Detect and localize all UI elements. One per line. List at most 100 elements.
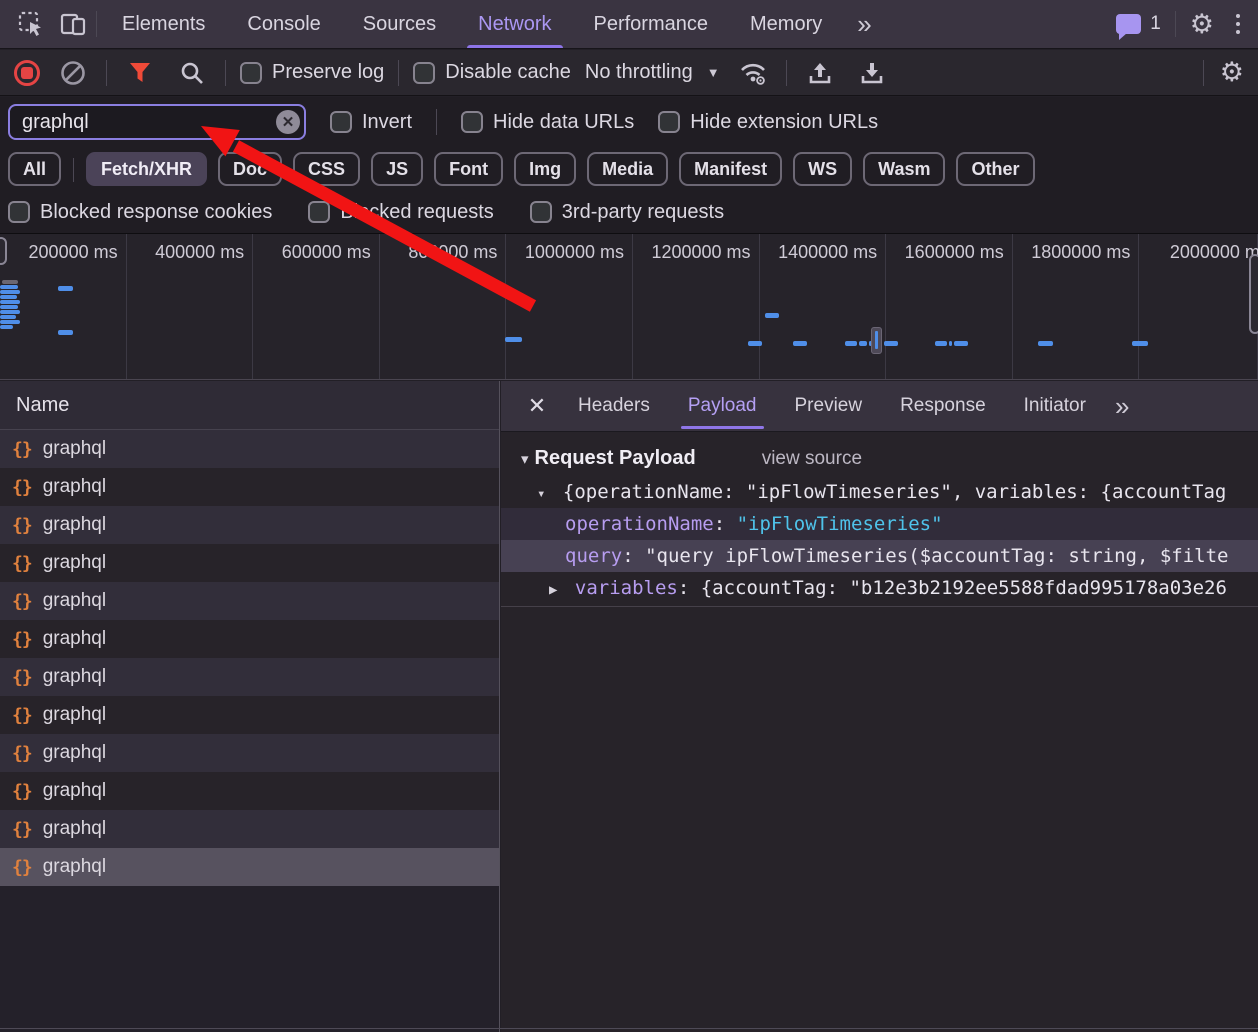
request-row[interactable]: {} graphql [0, 544, 499, 582]
key-separator: : [678, 577, 701, 599]
checkbox-box [413, 62, 435, 84]
timeline-bar [0, 237, 7, 265]
query-row[interactable]: query: "query ipFlowTimeseries($accountT… [501, 540, 1258, 572]
filter-toggle-button[interactable] [121, 54, 159, 92]
network-settings-gear-icon[interactable]: ⚙ [1220, 59, 1244, 86]
request-row[interactable]: {} graphql [0, 848, 499, 886]
panel-tab[interactable]: Elements [101, 0, 226, 48]
third-party-requests-checkbox[interactable]: 3rd-party requests [530, 201, 724, 224]
clear-network-log-button[interactable] [54, 54, 92, 92]
hide-extension-urls-checkbox[interactable]: Hide extension URLs [658, 111, 878, 134]
disable-cache-checkbox[interactable]: Disable cache [413, 61, 571, 84]
network-overview-timeline[interactable]: 200000 ms400000 ms600000 ms800000 ms1000… [0, 234, 1258, 380]
preserve-log-checkbox[interactable]: Preserve log [240, 61, 384, 84]
operation-name-row[interactable]: operationName: "ipFlowTimeseries" [501, 508, 1258, 540]
payload-separator [501, 606, 1258, 607]
timeline-tick: 400000 ms [127, 234, 254, 379]
payload-root-row[interactable]: ▾ {operationName: "ipFlowTimeseries", va… [501, 476, 1258, 508]
request-type-chip[interactable]: Fetch/XHR [86, 152, 207, 186]
request-payload-section[interactable]: ▾ Request Payload view source [501, 433, 1258, 476]
request-type-chip[interactable]: Doc [218, 152, 282, 186]
json-braces-icon: {} [12, 743, 32, 764]
detail-tab[interactable]: Headers [559, 381, 669, 431]
request-type-chip[interactable]: CSS [293, 152, 360, 186]
throttling-dropdown[interactable]: No throttling ▼ [585, 61, 720, 84]
issues-counter[interactable]: 1 [1116, 13, 1161, 35]
detail-tab[interactable]: Initiator [1005, 381, 1105, 431]
request-type-chip[interactable]: Img [514, 152, 576, 186]
request-row[interactable]: {} graphql [0, 582, 499, 620]
payload-preview-text: {operationName: "ipFlowTimeseries", vari… [563, 481, 1226, 503]
request-row[interactable]: {} graphql [0, 734, 499, 772]
invert-checkbox[interactable]: Invert [330, 111, 412, 134]
panel-tabs: ElementsConsoleSourcesNetworkPerformance… [101, 0, 843, 48]
request-type-chip[interactable]: Wasm [863, 152, 945, 186]
more-detail-tabs-button[interactable]: » [1105, 391, 1137, 422]
preserve-log-label: Preserve log [272, 61, 384, 84]
view-source-link[interactable]: view source [762, 448, 862, 470]
name-column-header[interactable]: Name [0, 381, 499, 430]
panel-tab[interactable]: Memory [729, 0, 843, 48]
more-tabs-button[interactable]: » [847, 9, 879, 40]
request-name: graphql [43, 628, 106, 650]
request-type-chip[interactable]: Other [956, 152, 1034, 186]
request-row[interactable]: {} graphql [0, 772, 499, 810]
timeline-tick: 1200000 ms [633, 234, 760, 379]
download-icon [859, 60, 885, 86]
detail-tab[interactable]: Preview [776, 381, 882, 431]
filter-input[interactable] [8, 104, 306, 140]
device-toolbar-button[interactable] [54, 5, 92, 43]
json-braces-icon: {} [12, 705, 32, 726]
json-braces-icon: {} [12, 439, 32, 460]
timeline-bar [0, 305, 18, 309]
toolbar-separator [225, 60, 226, 86]
timeline-ticks: 200000 ms400000 ms600000 ms800000 ms1000… [0, 234, 1258, 379]
request-row[interactable]: {} graphql [0, 696, 499, 734]
tabbar-separator [96, 11, 97, 37]
panel-tab[interactable]: Performance [573, 0, 730, 48]
search-network-button[interactable] [173, 54, 211, 92]
request-type-chip[interactable]: JS [371, 152, 423, 186]
more-options-menu[interactable] [1228, 14, 1248, 34]
blocked-response-cookies-checkbox[interactable]: Blocked response cookies [8, 201, 272, 224]
blocked-requests-checkbox[interactable]: Blocked requests [308, 201, 493, 224]
network-conditions-button[interactable] [734, 54, 772, 92]
settings-gear-icon[interactable]: ⚙ [1190, 11, 1214, 38]
json-braces-icon: {} [12, 553, 32, 574]
import-har-button[interactable] [801, 54, 839, 92]
clear-filter-icon[interactable]: ✕ [276, 110, 300, 134]
request-type-chip[interactable]: All [8, 152, 61, 186]
panel-tab[interactable]: Console [226, 0, 341, 48]
request-row[interactable]: {} graphql [0, 468, 499, 506]
request-name: graphql [43, 666, 106, 688]
variables-row[interactable]: ▶ variables: {accountTag: "b12e3b2192ee5… [501, 572, 1258, 604]
request-name: graphql [43, 514, 106, 536]
request-type-chip[interactable]: Font [434, 152, 503, 186]
export-har-button[interactable] [853, 54, 891, 92]
checkbox-box [8, 201, 30, 223]
request-row[interactable]: {} graphql [0, 810, 499, 848]
timeline-bar [1249, 254, 1258, 334]
request-row[interactable]: {} graphql [0, 506, 499, 544]
close-details-button[interactable]: ✕ [515, 381, 559, 431]
request-row[interactable]: {} graphql [0, 430, 499, 468]
panel-tab[interactable]: Network [457, 0, 572, 48]
detail-tab[interactable]: Payload [669, 381, 776, 431]
request-row[interactable]: {} graphql [0, 620, 499, 658]
request-type-chip[interactable]: Manifest [679, 152, 782, 186]
inspect-element-button[interactable] [12, 5, 50, 43]
timeline-bar [793, 341, 807, 346]
network-filter-row: ✕ Invert Hide data URLs Hide extension U… [0, 97, 1258, 147]
device-toolbar-icon [59, 10, 87, 38]
hide-data-urls-checkbox[interactable]: Hide data URLs [461, 111, 634, 134]
record-network-log-button[interactable] [14, 60, 40, 86]
key-separator: : [714, 513, 737, 535]
request-name: graphql [43, 438, 106, 460]
detail-tab[interactable]: Response [881, 381, 1005, 431]
request-name: graphql [43, 780, 106, 802]
request-type-chip[interactable]: WS [793, 152, 852, 186]
timeline-tick: 1800000 ms [1013, 234, 1140, 379]
panel-tab[interactable]: Sources [342, 0, 457, 48]
request-row[interactable]: {} graphql [0, 658, 499, 696]
request-type-chip[interactable]: Media [587, 152, 668, 186]
